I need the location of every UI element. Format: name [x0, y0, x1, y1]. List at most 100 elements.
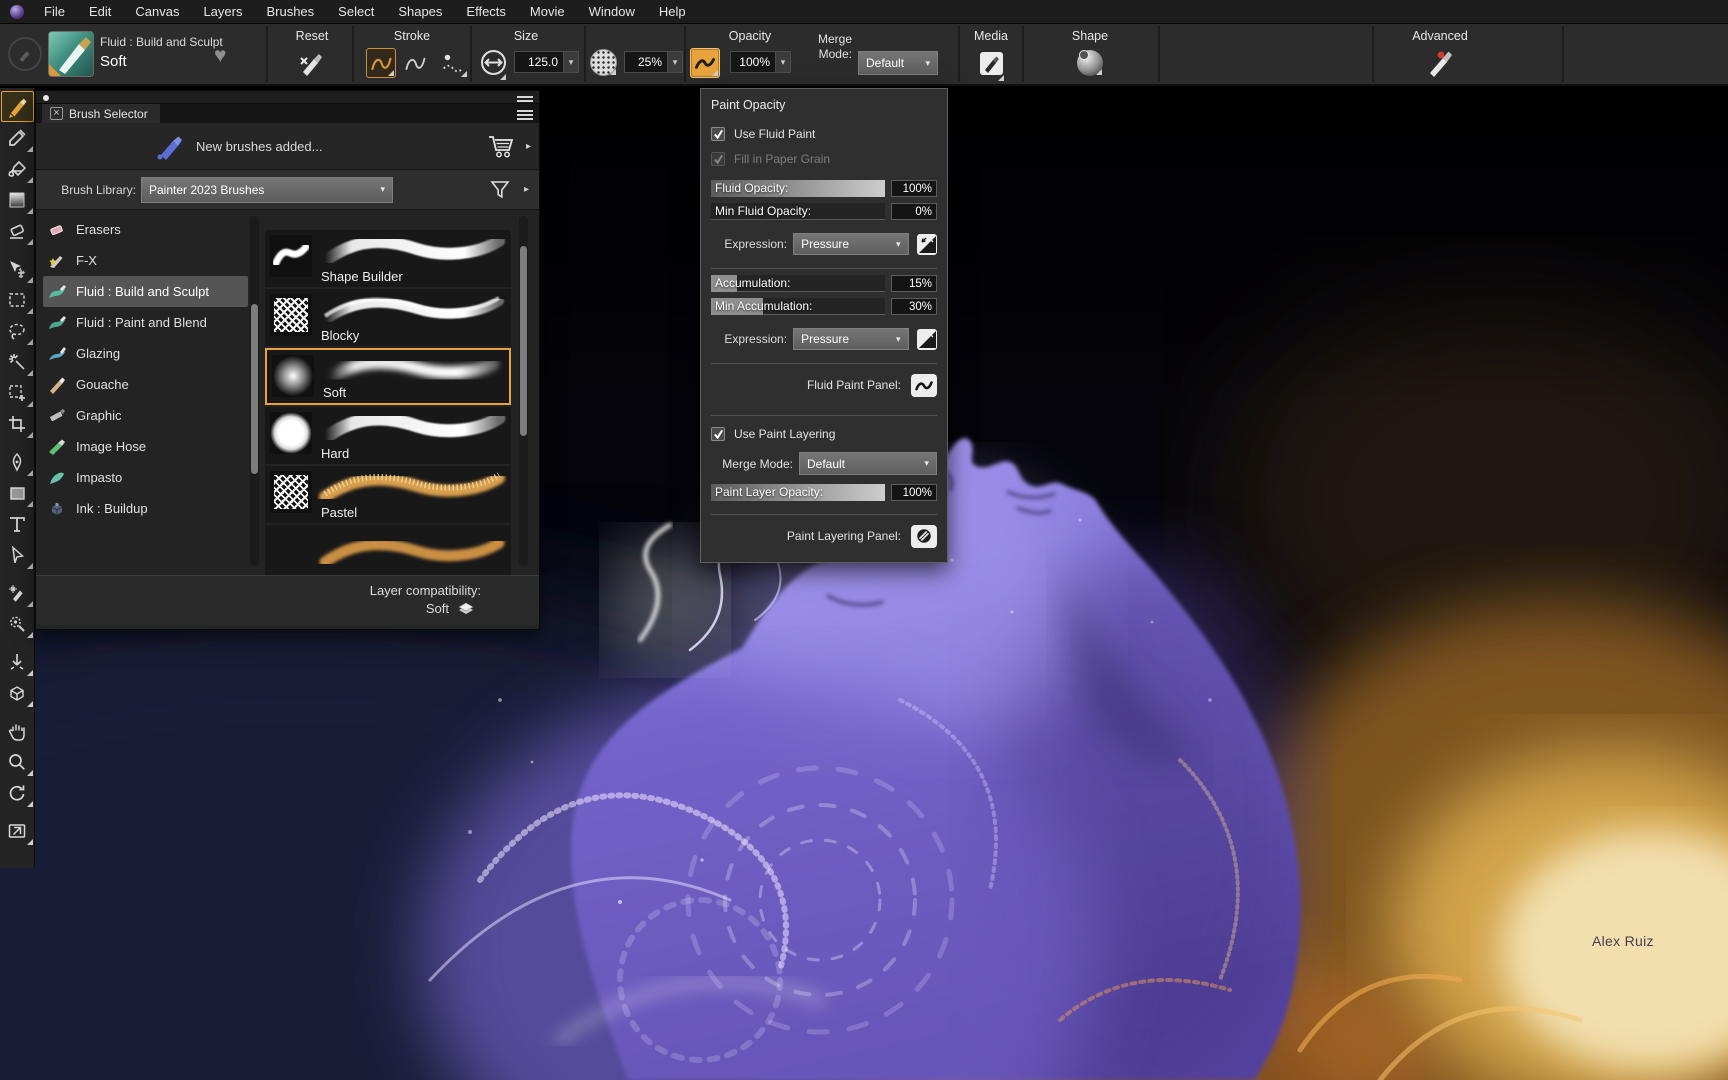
category-ink-buildup[interactable]: Ink : Buildup — [43, 493, 248, 524]
recent-brush-icon[interactable] — [8, 37, 42, 71]
tool-gradient[interactable] — [1, 184, 34, 215]
fluid-expression-select[interactable]: Pressure▾ — [793, 233, 908, 255]
variant-soft[interactable]: Soft — [265, 348, 511, 405]
tool-crop[interactable] — [1, 408, 34, 439]
min-accumulation-value[interactable]: 30% — [891, 298, 937, 315]
new-brushes-banner[interactable]: New brushes added... ▸ — [36, 123, 539, 170]
paint-layering-panel-button[interactable] — [911, 525, 937, 548]
filter-funnel-icon[interactable] — [489, 179, 511, 201]
opacity-value[interactable]: 100% — [730, 51, 776, 73]
stroke-type-freehand-button[interactable] — [366, 48, 396, 78]
cart-icon[interactable] — [487, 134, 517, 158]
shape-icon[interactable] — [1077, 50, 1103, 76]
category-graphic[interactable]: Graphic — [43, 400, 248, 431]
dab-stroke-preview-button[interactable] — [438, 48, 468, 78]
menu-shapes[interactable]: Shapes — [386, 1, 454, 22]
variant-shape-builder[interactable]: Shape Builder — [265, 230, 511, 287]
tool-layer-adjuster[interactable] — [1, 253, 34, 284]
favorite-heart-icon[interactable]: ♥ — [214, 44, 226, 68]
category-image-hose[interactable]: Image Hose — [43, 431, 248, 462]
min-accumulation-slider[interactable]: Min Accumulation: 30% — [711, 298, 937, 315]
variant-pastel[interactable]: Pastel — [265, 466, 511, 523]
fluid-opacity-value[interactable]: 100% — [891, 180, 937, 197]
tool-brush[interactable] — [1, 91, 34, 122]
tool-cloner[interactable] — [1, 577, 34, 608]
variant-scrollbar-thumb[interactable] — [520, 246, 527, 436]
tool-shape-selection[interactable] — [1, 539, 34, 570]
menu-layers[interactable]: Layers — [191, 1, 254, 22]
size-value[interactable]: 125.0 — [514, 51, 564, 73]
tool-eraser[interactable] — [1, 215, 34, 246]
tool-paint-bucket[interactable] — [1, 153, 34, 184]
use-paint-layering-checkbox[interactable]: Use Paint Layering — [711, 424, 937, 443]
opacity-flyout-button[interactable] — [690, 48, 720, 78]
stroke-type-straight-button[interactable] — [400, 48, 430, 78]
paint-layer-opacity-value[interactable]: 100% — [891, 484, 937, 501]
panel-drag-bar[interactable] — [36, 91, 539, 104]
menu-help[interactable]: Help — [647, 1, 698, 22]
panel-merge-mode-select[interactable]: Default▾ — [799, 452, 937, 475]
variant-hard[interactable]: Hard — [265, 407, 511, 464]
accumulation-value[interactable]: 15% — [891, 275, 937, 292]
tool-text[interactable] — [1, 508, 34, 539]
tool-grabber-hand[interactable] — [1, 715, 34, 746]
size-dropdown-button[interactable]: ▾ — [564, 51, 579, 73]
menu-select[interactable]: Select — [326, 1, 386, 22]
category-fluid-build-sculpt[interactable]: Fluid : Build and Sculpt — [43, 276, 248, 307]
grain-dropdown-button[interactable]: ▾ — [668, 51, 683, 73]
tool-rectangular-selection[interactable] — [1, 284, 34, 315]
min-fluid-opacity-slider[interactable]: Min Fluid Opacity: 0% — [711, 203, 937, 220]
tool-rectangle-shape[interactable] — [1, 477, 34, 508]
variant-partial[interactable] — [265, 525, 511, 575]
category-scrollbar-thumb[interactable] — [251, 304, 258, 474]
menu-effects[interactable]: Effects — [454, 1, 518, 22]
reset-brush-button[interactable] — [297, 50, 325, 81]
brush-library-select[interactable]: Painter 2023 Brushes▾ — [141, 177, 393, 203]
tool-navigator[interactable] — [1, 815, 34, 846]
category-glazing[interactable]: Glazing — [43, 338, 248, 369]
accumulation-expression-select[interactable]: Pressure▾ — [793, 328, 908, 350]
category-fluid-paint-blend[interactable]: Fluid : Paint and Blend — [43, 307, 248, 338]
use-fluid-paint-checkbox[interactable]: Use Fluid Paint — [711, 124, 937, 143]
merge-mode-select[interactable]: Default▾ — [858, 51, 938, 75]
grain-icon[interactable] — [590, 49, 617, 76]
tool-rotate-page[interactable] — [1, 777, 34, 808]
current-brush-thumbnail[interactable] — [48, 31, 94, 77]
fluid-opacity-slider[interactable]: Fluid Opacity: 100% — [711, 180, 937, 197]
menu-file[interactable]: File — [32, 1, 77, 22]
tool-transform-selection[interactable] — [1, 377, 34, 408]
category-erasers[interactable]: Erasers — [43, 214, 248, 245]
advanced-brush-icon[interactable] — [1424, 49, 1454, 82]
tool-magnifier[interactable] — [1, 746, 34, 777]
variant-blocky[interactable]: Blocky — [265, 289, 511, 346]
tool-divine-proportion[interactable] — [1, 646, 34, 677]
variant-scrollbar[interactable] — [519, 216, 528, 566]
accumulation-slider[interactable]: Accumulation: 15% — [711, 275, 937, 292]
tab-options-icon[interactable] — [517, 108, 533, 122]
menu-canvas[interactable]: Canvas — [123, 1, 191, 22]
tab-close-icon[interactable]: × — [50, 107, 63, 120]
size-icon[interactable] — [480, 49, 507, 81]
tool-perspective-grid[interactable] — [1, 677, 34, 708]
tool-dropper[interactable] — [1, 122, 34, 153]
min-fluid-opacity-value[interactable]: 0% — [891, 203, 937, 220]
invert-expression-icon[interactable] — [917, 329, 937, 350]
filter-flyout-arrow-icon[interactable]: ▸ — [524, 184, 529, 195]
media-icon[interactable] — [978, 50, 1005, 82]
category-fx[interactable]: F-X — [43, 245, 248, 276]
opacity-dropdown-button[interactable]: ▾ — [776, 51, 791, 73]
tool-lasso[interactable] — [1, 315, 34, 346]
menu-movie[interactable]: Movie — [518, 1, 577, 22]
menu-window[interactable]: Window — [577, 1, 647, 22]
menu-edit[interactable]: Edit — [77, 1, 123, 22]
category-impasto[interactable]: Impasto — [43, 462, 248, 493]
menu-brushes[interactable]: Brushes — [254, 1, 326, 22]
tab-brush-selector[interactable]: × Brush Selector — [42, 104, 160, 123]
category-gouache[interactable]: Gouache — [43, 369, 248, 400]
tool-rubber-stamp[interactable] — [1, 608, 34, 639]
category-scrollbar[interactable] — [250, 216, 259, 566]
fluid-paint-panel-button[interactable] — [911, 374, 937, 397]
cart-flyout-arrow-icon[interactable]: ▸ — [526, 141, 531, 152]
tool-magic-wand[interactable] — [1, 346, 34, 377]
paint-layer-opacity-slider[interactable]: Paint Layer Opacity: 100% — [711, 484, 937, 501]
